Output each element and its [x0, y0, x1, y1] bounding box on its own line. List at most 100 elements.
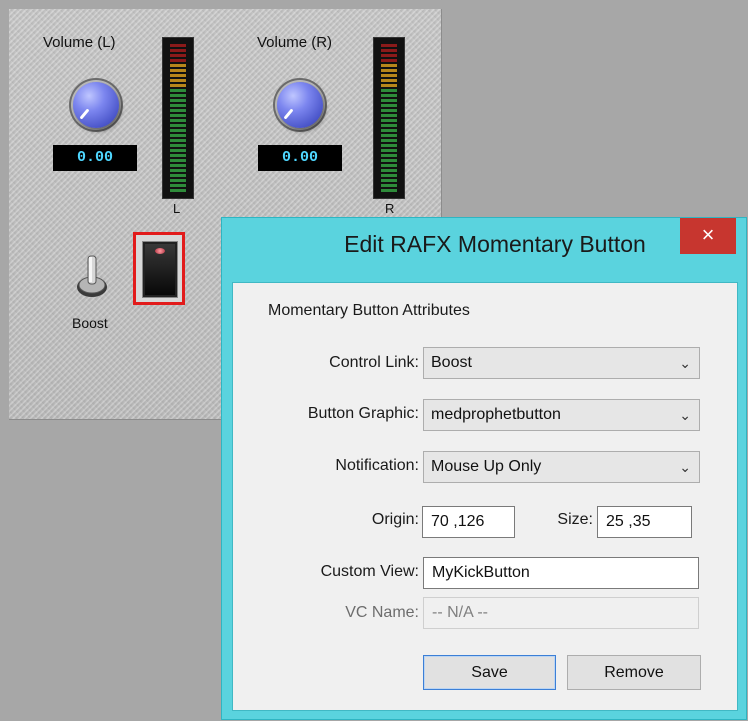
meter-segment: [381, 179, 397, 182]
momentary-button-face: [142, 241, 178, 298]
meter-segment: [381, 154, 397, 157]
meter-segment: [381, 69, 397, 72]
meter-segment: [170, 169, 186, 172]
custom-view-label: Custom View:: [320, 563, 419, 580]
volume-left-label: Volume (L): [43, 34, 116, 51]
meter-segment: [381, 164, 397, 167]
meter-segment: [381, 109, 397, 112]
meter-segment: [170, 124, 186, 127]
boost-toggle-switch[interactable]: [75, 252, 109, 298]
boost-label: Boost: [72, 315, 108, 331]
custom-view-field[interactable]: MyKickButton: [423, 557, 699, 589]
volume-left-value[interactable]: 0.00: [53, 145, 137, 171]
meter-segment: [170, 74, 186, 77]
chevron-down-icon: ⌄: [679, 355, 691, 371]
meter-segment: [170, 54, 186, 57]
meter-segment: [170, 189, 186, 192]
meter-segment: [170, 114, 186, 117]
volume-right-knob[interactable]: [277, 82, 323, 128]
control-link-dropdown[interactable]: Boost ⌄: [423, 347, 700, 379]
meter-segment: [170, 174, 186, 177]
button-graphic-value: medprophetbutton: [431, 406, 561, 423]
meter-segment: [170, 89, 186, 92]
notification-label: Notification:: [335, 457, 419, 474]
remove-button[interactable]: Remove: [567, 655, 701, 690]
meter-segment: [170, 64, 186, 67]
meter-segment: [170, 159, 186, 162]
notification-dropdown[interactable]: Mouse Up Only ⌄: [423, 451, 700, 483]
volume-right-meter: [373, 37, 405, 199]
chevron-down-icon: ⌄: [679, 459, 691, 475]
meter-segment: [170, 104, 186, 107]
meter-segment: [170, 94, 186, 97]
section-title: Momentary Button Attributes: [268, 302, 470, 319]
meter-segment: [170, 164, 186, 167]
meter-segment: [381, 159, 397, 162]
meter-segment: [170, 119, 186, 122]
meter-segment: [170, 59, 186, 62]
meter-segment: [381, 169, 397, 172]
meter-segment: [170, 49, 186, 52]
meter-segment: [381, 114, 397, 117]
meter-segment: [170, 144, 186, 147]
dialog-client-area: Momentary Button Attributes Control Link…: [232, 282, 738, 711]
chevron-down-icon: ⌄: [679, 407, 691, 423]
meter-segment: [381, 54, 397, 57]
meter-segment: [170, 154, 186, 157]
meter-segment: [381, 119, 397, 122]
meter-segment: [381, 84, 397, 87]
volume-left-knob[interactable]: [73, 82, 119, 128]
meter-segment: [170, 129, 186, 132]
origin-field[interactable]: 70 ,126: [422, 506, 515, 538]
meter-segment: [381, 104, 397, 107]
meter-segment: [170, 99, 186, 102]
meter-segment: [381, 139, 397, 142]
control-link-value: Boost: [431, 354, 472, 371]
notification-value: Mouse Up Only: [431, 458, 542, 475]
volume-right-value[interactable]: 0.00: [258, 145, 342, 171]
meter-segment: [381, 189, 397, 192]
button-graphic-dropdown[interactable]: medprophetbutton ⌄: [423, 399, 700, 431]
meter-segment: [381, 99, 397, 102]
meter-segment: [381, 94, 397, 97]
meter-segment: [170, 184, 186, 187]
meter-segment: [381, 89, 397, 92]
vc-name-field: -- N/A --: [423, 597, 699, 629]
momentary-button[interactable]: [133, 232, 185, 305]
close-icon: ×: [701, 222, 715, 247]
meter-segment: [381, 129, 397, 132]
size-label: Size:: [557, 511, 593, 528]
volume-left-meter: [162, 37, 194, 199]
meter-segment: [170, 149, 186, 152]
meter-segment: [381, 79, 397, 82]
edit-momentary-button-dialog: Edit RAFX Momentary Button × Momentary B…: [221, 217, 747, 720]
meter-right-label: R: [385, 201, 395, 216]
meter-segment: [170, 179, 186, 182]
size-field[interactable]: 25 ,35: [597, 506, 692, 538]
button-graphic-label: Button Graphic:: [307, 405, 419, 422]
save-button[interactable]: Save: [423, 655, 556, 690]
meter-segment: [170, 69, 186, 72]
meter-segment: [381, 124, 397, 127]
meter-segment: [381, 149, 397, 152]
vc-name-label: VC Name:: [345, 604, 419, 621]
meter-segment: [170, 79, 186, 82]
close-button[interactable]: ×: [680, 218, 736, 254]
meter-segment: [170, 84, 186, 87]
meter-segment: [381, 49, 397, 52]
meter-segment: [170, 134, 186, 137]
button-led-indicator: [155, 248, 165, 254]
meter-segment: [381, 184, 397, 187]
meter-segment: [170, 109, 186, 112]
meter-segment: [381, 74, 397, 77]
meter-segment: [170, 139, 186, 142]
meter-segment: [170, 44, 186, 47]
volume-right-label: Volume (R): [257, 34, 333, 51]
meter-segment: [381, 59, 397, 62]
meter-segment: [381, 64, 397, 67]
meter-segment: [381, 44, 397, 47]
meter-segment: [381, 134, 397, 137]
meter-segment: [381, 144, 397, 147]
meter-segment: [381, 174, 397, 177]
origin-label: Origin:: [371, 511, 419, 528]
